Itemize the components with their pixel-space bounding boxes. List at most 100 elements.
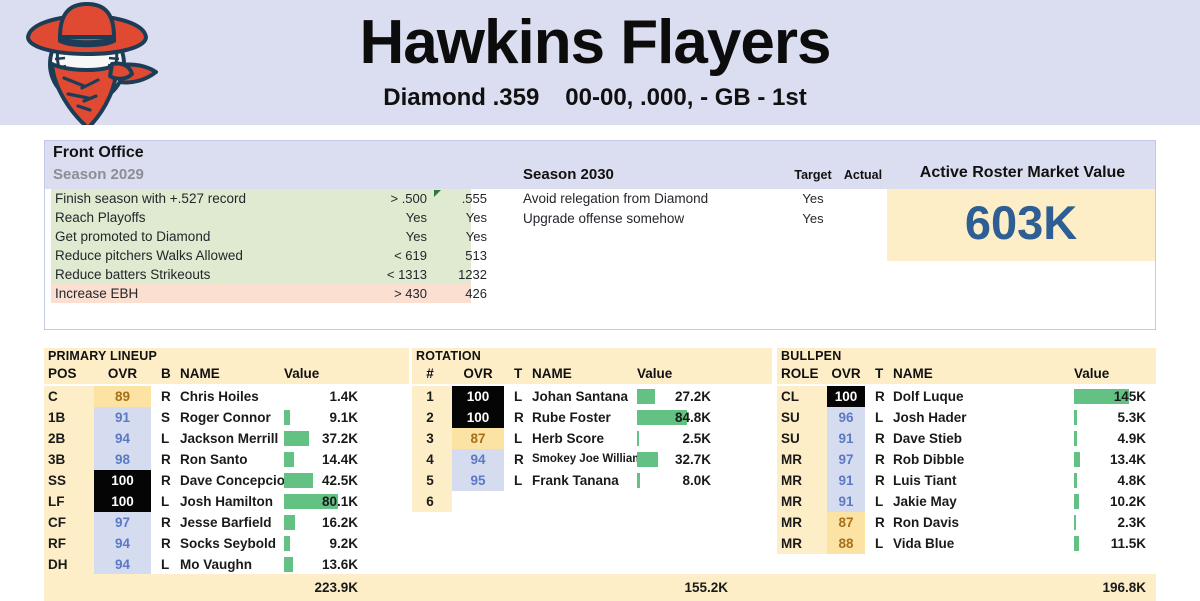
player-value-cell: 8.0K — [637, 470, 711, 491]
overall-rating-cell: 97 — [827, 449, 865, 470]
player-value-label: 14.4K — [321, 452, 358, 467]
player-name[interactable]: Socks Seybold — [180, 533, 276, 554]
front-office-panel: Front Office Season 2029 Season 2030 Tar… — [44, 140, 1156, 330]
player-name[interactable]: Dave Concepcion — [180, 470, 293, 491]
row-index-label: 3B — [48, 452, 66, 467]
player-name[interactable]: Herb Score — [532, 428, 604, 449]
page-title: Hawkins Flayers — [359, 8, 832, 77]
player-name[interactable]: Luis Tiant — [893, 470, 957, 491]
player-value-cell: 80.1K — [284, 491, 358, 512]
player-value-cell: 5.3K — [1074, 407, 1146, 428]
table-row[interactable]: 2 100 R Rube Foster 84.8K — [412, 407, 772, 428]
player-name[interactable]: Jakie May — [893, 491, 957, 512]
goal-row: Avoid relegation from Diamond Yes — [523, 189, 893, 209]
goal-actual: .555 — [461, 191, 487, 206]
player-value-label: 42.5K — [321, 473, 358, 488]
column-header-name: NAME — [532, 366, 572, 381]
table-row[interactable]: MR 97 R Rob Dibble 13.4K — [777, 449, 1156, 470]
table-row[interactable]: LF 100 L Josh Hamilton 80.1K — [44, 491, 409, 512]
player-value-cell: 2.5K — [637, 428, 711, 449]
table-row[interactable]: 3B 98 R Ron Santo 14.4K — [44, 449, 409, 470]
table-row[interactable]: MR 88 L Vida Blue 11.5K — [777, 533, 1156, 554]
table-row[interactable]: CL 100 R Dolf Luque 145K — [777, 386, 1156, 407]
column-header-b: B — [161, 366, 171, 381]
row-index-label: 3 — [426, 431, 434, 446]
player-value-cell: 9.2K — [284, 533, 358, 554]
row-index-label: DH — [48, 557, 68, 572]
player-name[interactable]: Josh Hader — [893, 407, 967, 428]
table-row[interactable]: 5 95 L Frank Tanana 8.0K — [412, 470, 772, 491]
table-row[interactable]: DH 94 L Mo Vaughn 13.6K — [44, 554, 409, 575]
goal-target: Yes — [802, 211, 824, 226]
table-row[interactable]: SU 96 L Josh Hader 5.3K — [777, 407, 1156, 428]
overall-rating-cell: 91 — [94, 407, 151, 428]
goal-target: Yes — [405, 210, 427, 225]
player-name[interactable]: Roger Connor — [180, 407, 271, 428]
overall-rating-cell: 87 — [827, 512, 865, 533]
handedness-cell: L — [161, 494, 170, 509]
rotation-total: 155.2K — [684, 580, 728, 595]
player-value-cell: 16.2K — [284, 512, 358, 533]
goal-row: Upgrade offense somehow Yes — [523, 209, 893, 229]
player-name[interactable]: Vida Blue — [893, 533, 954, 554]
goal-target: < 619 — [394, 248, 427, 263]
table-row[interactable]: RF 94 R Socks Seybold 9.2K — [44, 533, 409, 554]
row-index-label: 1 — [426, 389, 434, 404]
row-index-label: 2B — [48, 431, 66, 446]
table-row[interactable]: 3 87 L Herb Score 2.5K — [412, 428, 772, 449]
player-name[interactable]: Chris Hoiles — [180, 386, 259, 407]
player-name[interactable]: Smokey Joe Williams — [532, 449, 649, 470]
goal-actual: 1232 — [458, 267, 487, 282]
player-value-label: 5.3K — [1117, 410, 1146, 425]
handedness-cell: R — [161, 473, 171, 488]
player-name[interactable]: Jackson Merrill — [180, 428, 278, 449]
column-header-ovr: OVR — [107, 366, 138, 381]
overall-rating-cell: 100 — [94, 491, 151, 512]
player-name[interactable]: Mo Vaughn — [180, 554, 252, 575]
player-name[interactable]: Rube Foster — [532, 407, 611, 428]
player-name[interactable]: Dolf Luque — [893, 386, 964, 407]
table-row[interactable]: 1 100 L Johan Santana 27.2K — [412, 386, 772, 407]
primary-lineup-column: PRIMARY LINEUP POS OVR B NAME Value C 89 R Chris … — [44, 348, 409, 575]
table-row[interactable]: 2B 94 L Jackson Merrill 37.2K — [44, 428, 409, 449]
table-row[interactable]: C 89 R Chris Hoiles 1.4K — [44, 386, 409, 407]
handedness-cell: R — [514, 452, 524, 467]
player-value-label: 4.9K — [1117, 431, 1146, 446]
table-row[interactable]: 1B 91 S Roger Connor 9.1K — [44, 407, 409, 428]
overall-rating-cell: 94 — [94, 533, 151, 554]
table-row[interactable]: 4 94 R Smokey Joe Williams 32.7K — [412, 449, 772, 470]
player-name[interactable]: Johan Santana — [532, 386, 628, 407]
player-name[interactable]: Josh Hamilton — [180, 491, 273, 512]
table-row[interactable]: CF 97 R Jesse Barfield 16.2K — [44, 512, 409, 533]
table-row[interactable]: 6 — [412, 491, 772, 512]
handedness-cell: L — [161, 431, 170, 446]
player-name[interactable]: Jesse Barfield — [180, 512, 272, 533]
table-row[interactable]: SU 91 R Dave Stieb 4.9K — [777, 428, 1156, 449]
table-row[interactable]: SS 100 R Dave Concepcion 42.5K — [44, 470, 409, 491]
section-title-lineup: PRIMARY LINEUP — [48, 349, 158, 363]
player-value-cell: 84.8K — [637, 407, 711, 428]
column-header-t: T — [514, 366, 523, 381]
player-name[interactable]: Ron Santo — [180, 449, 248, 470]
player-value-label: 27.2K — [674, 389, 711, 404]
player-value-label: 10.2K — [1109, 494, 1146, 509]
player-value-label: 8.0K — [682, 473, 711, 488]
table-row[interactable]: MR 91 R Luis Tiant 4.8K — [777, 470, 1156, 491]
player-value-cell: 4.9K — [1074, 428, 1146, 449]
goal-label: Finish season with +.527 record — [55, 191, 246, 206]
player-value-cell: 27.2K — [637, 386, 711, 407]
table-row[interactable]: MR 87 R Ron Davis 2.3K — [777, 512, 1156, 533]
overall-rating-cell: 91 — [827, 491, 865, 512]
player-name[interactable]: Rob Dibble — [893, 449, 964, 470]
handedness-cell: R — [161, 389, 171, 404]
row-index-label: C — [48, 389, 58, 404]
column-header-name: NAME — [180, 366, 220, 381]
team-header: Hawkins Flayers Diamond .359 00-00, .000,… — [0, 0, 1200, 125]
player-name[interactable]: Ron Davis — [893, 512, 959, 533]
overall-rating-cell: 97 — [94, 512, 151, 533]
player-name[interactable]: Frank Tanana — [532, 470, 619, 491]
table-row[interactable]: MR 91 L Jakie May 10.2K — [777, 491, 1156, 512]
player-name[interactable]: Dave Stieb — [893, 428, 962, 449]
goal-actual: Yes — [465, 229, 487, 244]
handedness-cell: L — [875, 410, 884, 425]
